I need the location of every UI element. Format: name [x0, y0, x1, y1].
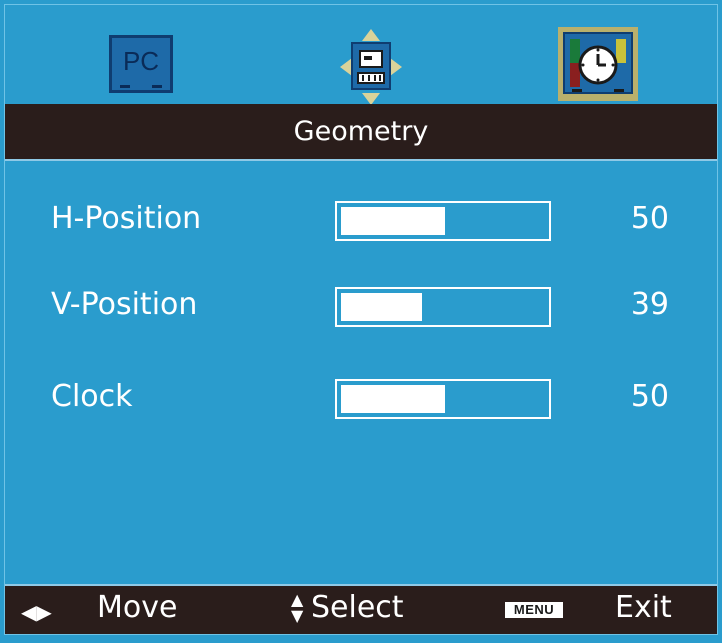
slider-fill	[341, 293, 422, 321]
picture-adjust-icon	[340, 29, 402, 105]
setting-value: 50	[630, 201, 669, 236]
exit-label: Exit	[615, 590, 672, 625]
tab-row: PC	[5, 5, 717, 105]
footer-help-bar: ◀▶ Move ▲ ▼ Select MENU Exit	[5, 584, 717, 634]
menu-title: Geometry	[293, 116, 429, 147]
setting-value: 50	[630, 379, 669, 414]
setting-row-clock[interactable]: Clock 50	[5, 373, 717, 423]
menu-key-icon: MENU	[505, 602, 563, 618]
move-label: Move	[97, 590, 178, 625]
tab-pc[interactable]: PC	[109, 33, 177, 97]
pc-monitor-icon: PC	[109, 35, 173, 93]
setting-label: V-Position	[51, 287, 198, 322]
osd-menu: PC Geometry H-Position 50 V-Position 39 …	[4, 4, 718, 635]
left-right-arrows-icon: ◀▶	[21, 600, 52, 624]
setting-row-v-position[interactable]: V-Position 39	[5, 281, 717, 331]
tab-pc-label: PC	[122, 46, 160, 76]
slider-fill	[341, 207, 445, 235]
v-position-slider[interactable]	[335, 287, 551, 327]
h-position-slider[interactable]	[335, 201, 551, 241]
clock-monitor-icon	[558, 27, 638, 101]
setting-row-h-position[interactable]: H-Position 50	[5, 195, 717, 245]
slider-fill	[341, 385, 445, 413]
tab-picture-adjust[interactable]	[340, 29, 402, 105]
menu-title-bar: Geometry	[5, 104, 717, 161]
setting-value: 39	[630, 287, 669, 322]
setting-label: H-Position	[51, 201, 202, 236]
setting-label: Clock	[51, 379, 133, 414]
select-label: Select	[311, 590, 404, 625]
up-down-arrows-icon: ▲ ▼	[291, 590, 304, 625]
tab-setup-selected[interactable]	[558, 27, 638, 101]
clock-slider[interactable]	[335, 379, 551, 419]
